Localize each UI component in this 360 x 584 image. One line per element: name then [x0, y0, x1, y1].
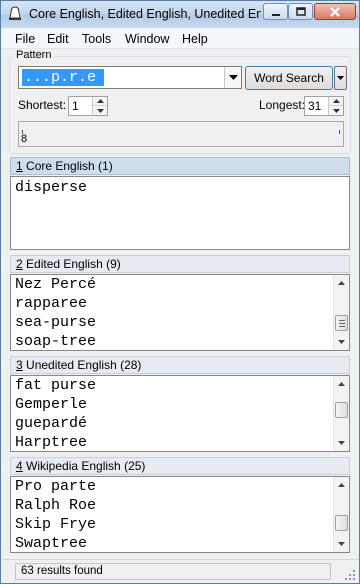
- list-item[interactable]: guepardé: [15, 415, 87, 432]
- grip-line: [339, 326, 345, 327]
- longest-value[interactable]: 31: [308, 99, 321, 113]
- pattern-input[interactable]: ...p.r.e: [22, 69, 104, 86]
- list-item[interactable]: Ralph Roe: [15, 497, 96, 514]
- bell-icon: [9, 6, 21, 20]
- grip-line: [339, 323, 345, 324]
- section-title: Edited English (9): [22, 257, 121, 271]
- chevron-down-icon: [228, 74, 238, 80]
- chevron-up-icon: [338, 281, 345, 285]
- pattern-combobox[interactable]: ...p.r.e: [18, 66, 242, 89]
- status-bar: 63 results found: [1, 559, 359, 583]
- close-button[interactable]: [314, 3, 356, 20]
- section-header-unedited-english[interactable]: 3 Unedited English (28): [10, 356, 350, 374]
- scroll-up-button[interactable]: [334, 477, 349, 493]
- shortest-value[interactable]: 1: [72, 99, 79, 113]
- section-title: Wikipedia English (25): [22, 459, 146, 473]
- menu-tools[interactable]: Tools: [82, 32, 111, 46]
- list-item[interactable]: soap-tree: [15, 333, 96, 350]
- chevron-down-icon: [332, 108, 340, 113]
- menu-file[interactable]: File: [15, 32, 35, 46]
- minimize-button[interactable]: [263, 3, 288, 20]
- list-item[interactable]: rapparee: [15, 295, 87, 312]
- size-grip-icon[interactable]: [344, 569, 356, 581]
- longest-up-button[interactable]: [329, 97, 343, 106]
- scrollbar[interactable]: [333, 477, 349, 552]
- scroll-down-button[interactable]: [334, 536, 349, 552]
- longest-spinner[interactable]: 31: [304, 96, 344, 116]
- menu-help[interactable]: Help: [182, 32, 208, 46]
- word-search-button[interactable]: Word Search: [245, 66, 333, 90]
- section-header-wikipedia-english[interactable]: 4 Wikipedia English (25): [10, 457, 350, 475]
- chevron-up-icon: [96, 99, 104, 103]
- status-text: 63 results found: [15, 563, 331, 580]
- menu-bar: File Edit Tools Window Help: [1, 29, 359, 49]
- section-header-core-english[interactable]: 1 Core English (1): [10, 157, 350, 175]
- chevron-up-icon: [338, 483, 345, 487]
- list-item[interactable]: Nez Percé: [15, 276, 96, 293]
- longest-label: Longest:: [259, 98, 306, 112]
- list-item[interactable]: disperse: [15, 179, 87, 196]
- scroll-down-button[interactable]: [334, 334, 349, 350]
- minimize-icon: [271, 13, 280, 16]
- length-slider[interactable]: 8: [18, 121, 344, 147]
- shortest-label: Shortest:: [18, 98, 67, 112]
- chevron-up-icon: [332, 99, 340, 103]
- slider-label: 8: [21, 133, 28, 145]
- word-search-menu-button[interactable]: [334, 66, 347, 90]
- results-list-core-english[interactable]: disperse: [10, 176, 350, 250]
- longest-down-button[interactable]: [329, 106, 343, 115]
- maximize-button[interactable]: [288, 3, 313, 20]
- pattern-legend: Pattern: [13, 49, 55, 61]
- longest-spin-buttons[interactable]: [328, 97, 343, 115]
- results-list-wikipedia-english[interactable]: Pro parte Ralph Roe Skip Frye Swaptree: [10, 476, 350, 553]
- section-number: 1: [16, 159, 23, 173]
- shortest-down-button[interactable]: [93, 106, 107, 115]
- chevron-down-icon: [338, 340, 345, 344]
- section-number: 2: [16, 257, 23, 271]
- shortest-spinner[interactable]: 1: [68, 96, 108, 116]
- menu-window[interactable]: Window: [125, 32, 169, 46]
- app-window: Core English, Edited English, Unedited E…: [0, 0, 360, 584]
- scroll-thumb[interactable]: [335, 402, 348, 418]
- pattern-dropdown-button[interactable]: [224, 67, 241, 88]
- section-title: Unedited English (28): [22, 358, 142, 372]
- scrollbar[interactable]: [333, 376, 349, 451]
- shortest-up-button[interactable]: [93, 97, 107, 106]
- scroll-down-button[interactable]: [334, 435, 349, 451]
- shortest-spin-buttons[interactable]: [92, 97, 107, 115]
- list-item[interactable]: Harptree: [15, 434, 87, 451]
- list-item[interactable]: sea-purse: [15, 314, 96, 331]
- list-item[interactable]: Skip Frye: [15, 516, 96, 533]
- maximize-icon: [295, 6, 306, 16]
- title-bar[interactable]: Core English, Edited English, Unedited E…: [1, 1, 359, 28]
- grip-line: [339, 320, 345, 321]
- scroll-up-button[interactable]: [334, 275, 349, 291]
- chevron-down-icon: [337, 75, 344, 80]
- section-number: 3: [16, 358, 23, 372]
- menu-edit[interactable]: Edit: [47, 32, 69, 46]
- chevron-down-icon: [338, 542, 345, 546]
- results-list-edited-english[interactable]: Nez Percé rapparee sea-purse soap-tree: [10, 274, 350, 351]
- scroll-thumb[interactable]: [335, 515, 348, 531]
- list-item[interactable]: Pro parte: [15, 478, 96, 495]
- scroll-thumb[interactable]: [335, 315, 348, 331]
- chevron-down-icon: [338, 441, 345, 445]
- scrollbar[interactable]: [333, 275, 349, 350]
- close-icon: [330, 6, 340, 17]
- chevron-up-icon: [338, 382, 345, 386]
- list-item[interactable]: fat purse: [15, 377, 96, 394]
- window-title: Core English, Edited English, Unedited E…: [29, 7, 261, 21]
- list-item[interactable]: Gemperle: [15, 396, 87, 413]
- section-header-edited-english[interactable]: 2 Edited English (9): [10, 255, 350, 273]
- list-item[interactable]: Swaptree: [15, 535, 87, 552]
- slider-tick: [339, 130, 340, 134]
- section-title: Core English (1): [22, 159, 113, 173]
- chevron-down-icon: [96, 108, 104, 113]
- scroll-up-button[interactable]: [334, 376, 349, 392]
- section-number: 4: [16, 459, 23, 473]
- results-list-unedited-english[interactable]: fat purse Gemperle guepardé Harptree: [10, 375, 350, 452]
